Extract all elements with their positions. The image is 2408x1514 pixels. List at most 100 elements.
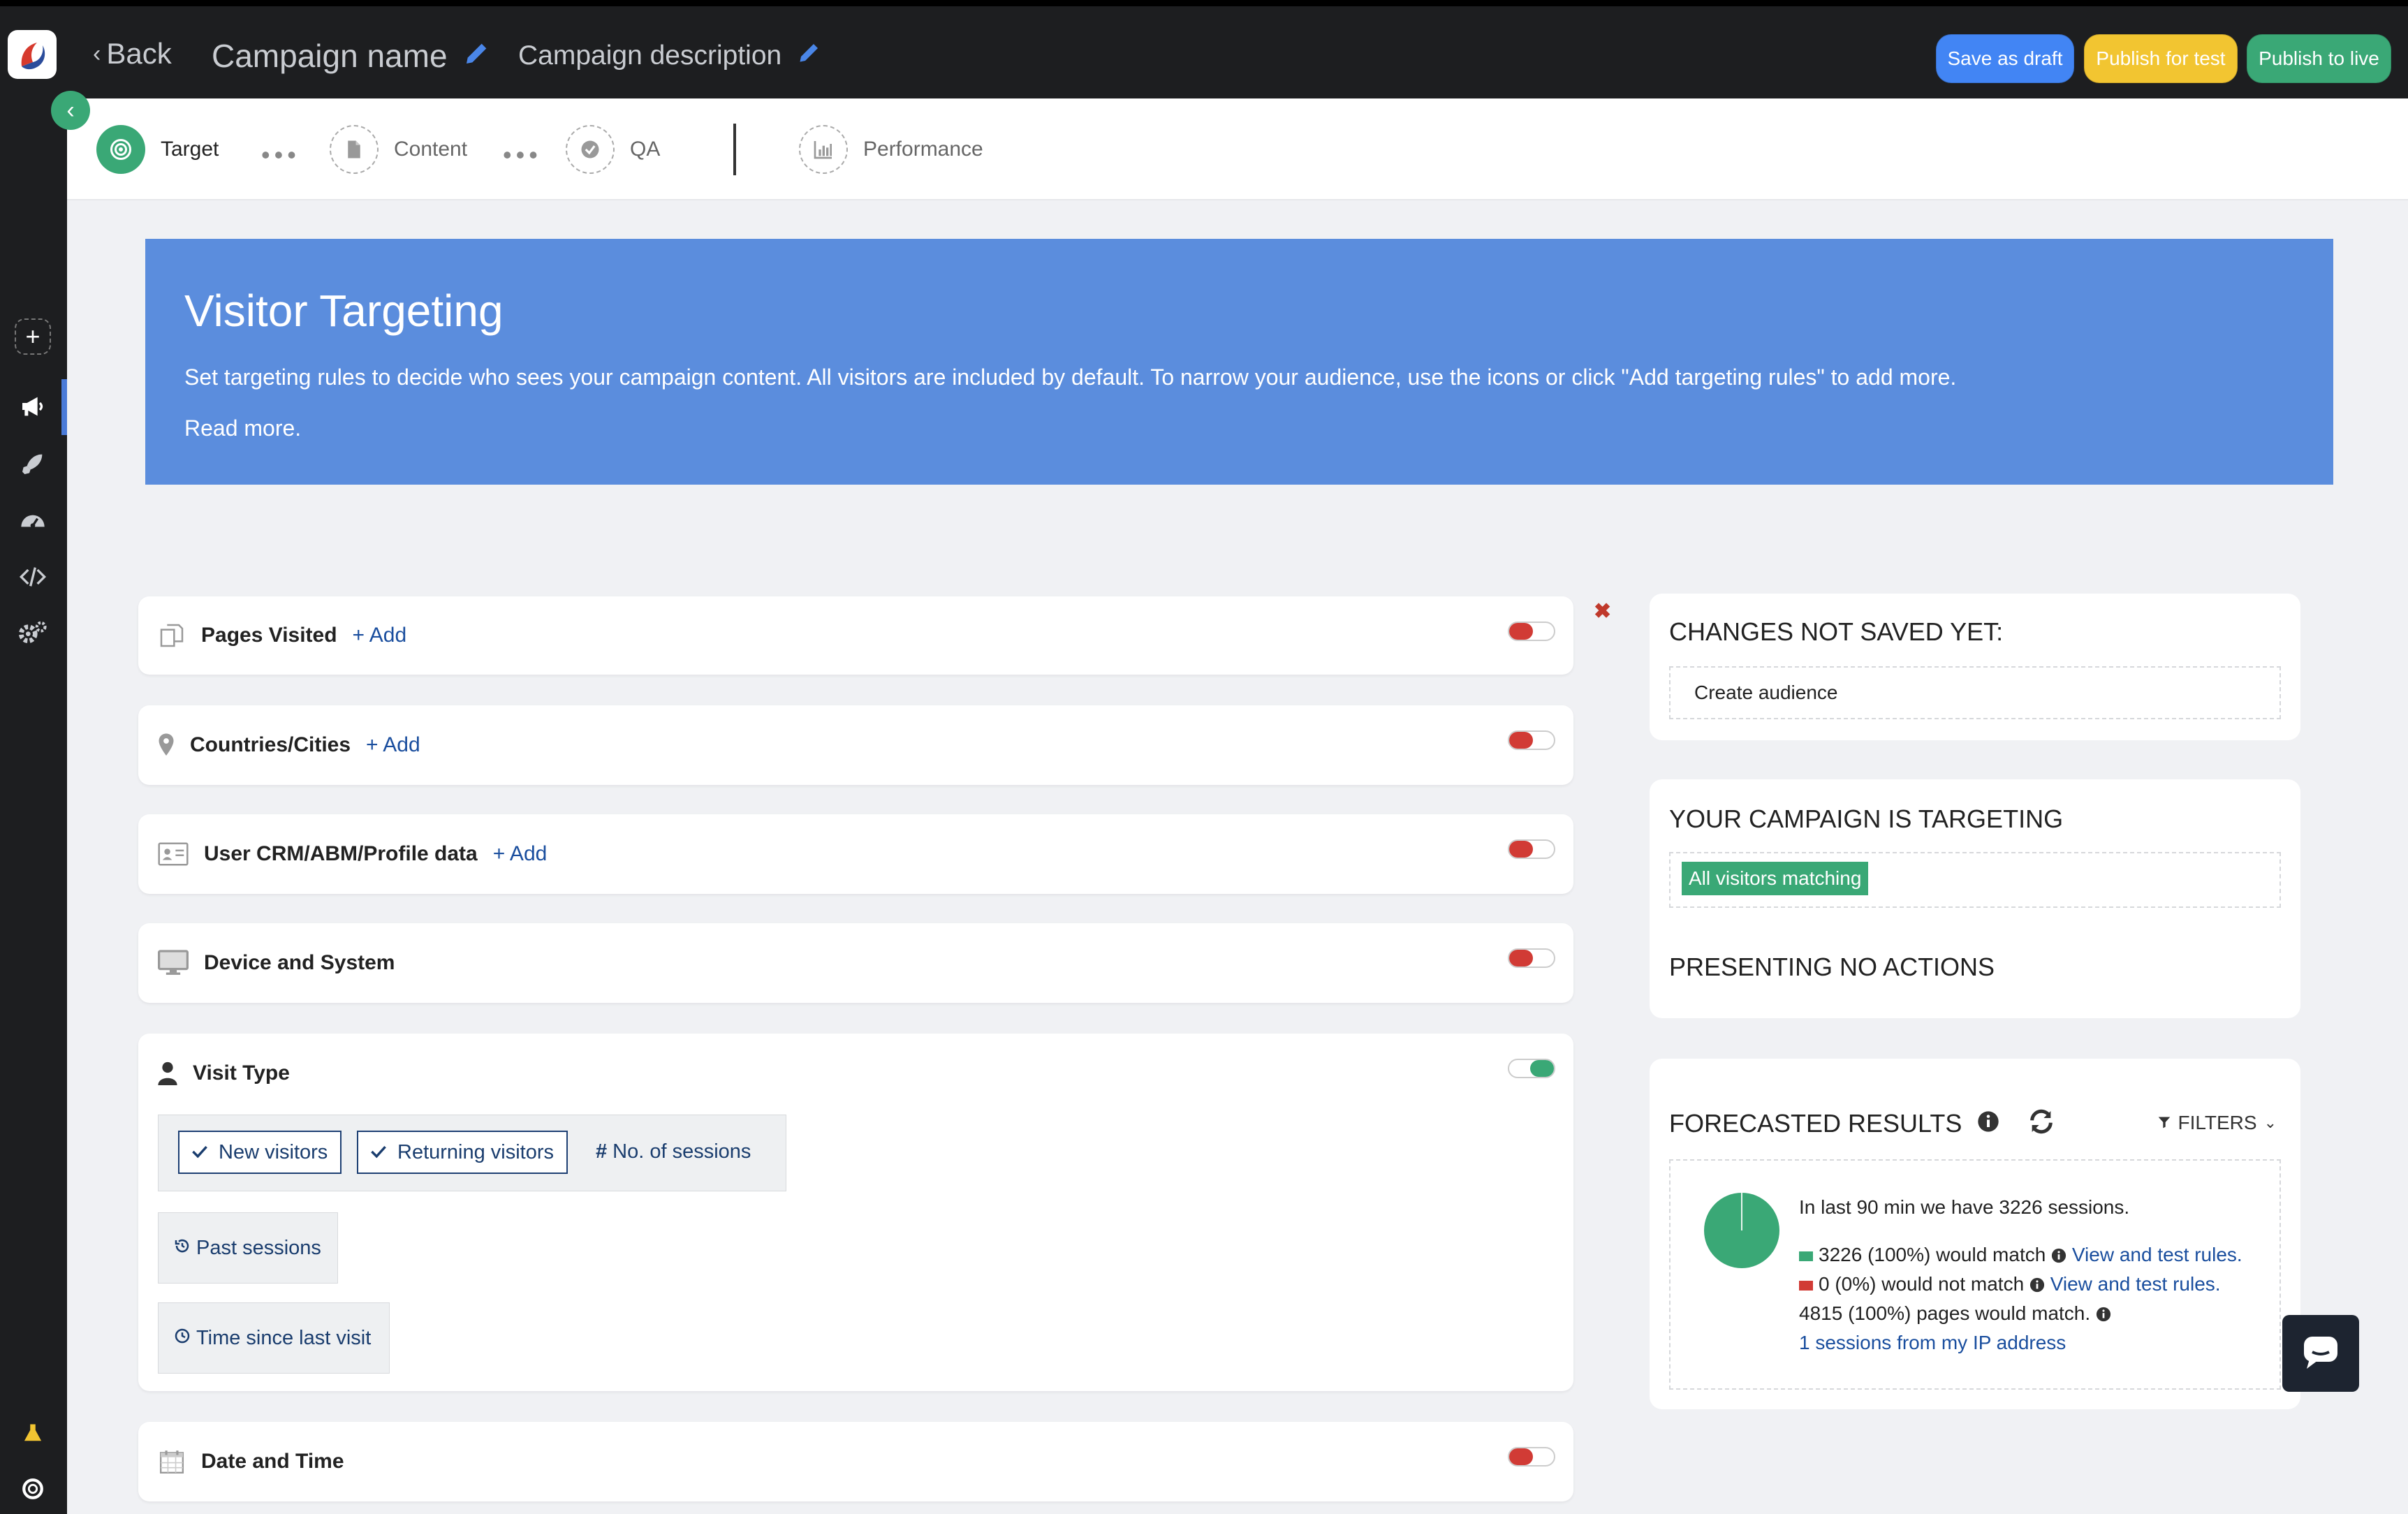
id-card-icon: [158, 840, 189, 868]
back-button[interactable]: ‹ Back: [93, 37, 172, 71]
plus-icon[interactable]: +: [14, 318, 52, 355]
read-more-link[interactable]: Read more.: [184, 416, 2294, 441]
visitor-targeting-banner: Visitor Targeting Set targeting rules to…: [145, 239, 2333, 485]
flask-icon[interactable]: [14, 1414, 52, 1452]
code-icon[interactable]: [14, 558, 52, 596]
check-icon: [566, 125, 615, 174]
step-content[interactable]: Content: [330, 125, 467, 174]
changes-title: CHANGES NOT SAVED YET:: [1669, 617, 2004, 646]
calendar-icon: [158, 1448, 186, 1476]
step-label: QA: [630, 138, 661, 161]
step-label: Performance: [863, 138, 983, 161]
stepper-divider: [733, 124, 736, 175]
targeting-summary: All visitors matching: [1669, 852, 2281, 908]
filters-dropdown[interactable]: FILTERS ⌄: [2157, 1112, 2277, 1134]
forecast-results: In last 90 min we have 3226 sessions. 32…: [1669, 1159, 2281, 1390]
forecast-pie-chart: [1704, 1193, 1779, 1268]
targeting-title: YOUR CAMPAIGN IS TARGETING: [1669, 804, 2064, 833]
campaign-name-text: Campaign name: [212, 38, 448, 74]
back-label: Back: [106, 37, 172, 70]
campaign-description[interactable]: Campaign description: [518, 40, 822, 72]
step-label: Target: [161, 138, 219, 161]
option-label: No. of sessions: [612, 1140, 751, 1163]
sidebar: +: [0, 98, 67, 1514]
rule-toggle[interactable]: [1508, 622, 1555, 641]
collapse-sidebar-button[interactable]: ‹: [51, 91, 90, 130]
rule-toggle[interactable]: [1508, 1059, 1555, 1078]
publish-test-button[interactable]: Publish for test: [2084, 34, 2238, 83]
pages-text: 4815 (100%) pages would match.: [1799, 1302, 2091, 1324]
publish-live-button[interactable]: Publish to live: [2247, 34, 2391, 83]
document-icon: [330, 125, 379, 174]
rocket-icon[interactable]: [14, 445, 52, 483]
rule-card-pages-visited: Pages Visited + Add: [138, 596, 1573, 675]
info-icon[interactable]: [2096, 1302, 2111, 1324]
step-performance[interactable]: Performance: [799, 125, 983, 174]
campaign-name[interactable]: Campaign name: [212, 37, 491, 75]
number-of-sessions-option[interactable]: # No. of sessions: [596, 1140, 751, 1163]
time-since-last-visit-button[interactable]: Time since last visit: [158, 1302, 390, 1374]
forecast-pages-line: 4815 (100%) pages would match.: [1799, 1299, 2242, 1328]
pages-icon: [158, 622, 186, 649]
help-icon[interactable]: [14, 1470, 52, 1508]
add-rule-link[interactable]: + Add: [366, 733, 420, 757]
view-rules-link[interactable]: View and test rules.: [2050, 1273, 2221, 1295]
step-target[interactable]: Target: [96, 125, 219, 174]
check-icon: [371, 1141, 386, 1164]
dashboard-icon[interactable]: [14, 502, 52, 540]
megaphone-icon[interactable]: [14, 388, 52, 425]
targeting-panel: YOUR CAMPAIGN IS TARGETING All visitors …: [1650, 779, 2300, 1018]
option-label: Past sessions: [196, 1236, 321, 1259]
rule-title: Countries/Cities: [190, 733, 351, 756]
match-text: 3226 (100%) would match: [1819, 1244, 2046, 1265]
user-icon: [158, 1059, 177, 1087]
returning-visitors-checkbox[interactable]: Returning visitors: [357, 1131, 568, 1174]
pencil-icon[interactable]: [463, 37, 491, 75]
close-icon[interactable]: ✖: [1594, 599, 1611, 624]
rule-title: Visit Type: [193, 1061, 290, 1085]
pencil-icon[interactable]: [797, 40, 822, 72]
nomatch-text: 0 (0%) would not match: [1819, 1273, 2025, 1295]
chat-widget-button[interactable]: [2282, 1315, 2359, 1392]
targeting-badge: All visitors matching: [1682, 862, 1869, 895]
add-rule-link[interactable]: + Add: [353, 624, 407, 647]
step-qa[interactable]: QA: [566, 125, 660, 174]
save-draft-button[interactable]: Save as draft: [1936, 34, 2074, 83]
view-rules-link[interactable]: View and test rules.: [2072, 1244, 2242, 1265]
bar-chart-icon: [799, 125, 848, 174]
rule-title: Pages Visited: [201, 624, 337, 647]
rule-title: Device and System: [204, 951, 395, 974]
ip-sessions-link[interactable]: 1 sessions from my IP address: [1799, 1328, 2242, 1358]
presenting-title: PRESENTING NO ACTIONS: [1669, 953, 1995, 981]
info-icon[interactable]: [2029, 1273, 2050, 1295]
banner-title: Visitor Targeting: [184, 286, 504, 336]
rule-title: User CRM/ABM/Profile data: [204, 842, 478, 865]
info-icon[interactable]: [2051, 1244, 2072, 1265]
app-logo[interactable]: [8, 30, 57, 79]
rule-toggle[interactable]: [1508, 730, 1555, 750]
rule-toggle[interactable]: [1508, 1447, 1555, 1467]
legend-nomatch-swatch: [1799, 1281, 1813, 1291]
forecast-panel: FORECASTED RESULTS FILTERS ⌄ In last 90 …: [1650, 1059, 2300, 1409]
settings-icon[interactable]: [14, 614, 52, 652]
changes-item: Create audience: [1669, 666, 2281, 719]
add-rule-link[interactable]: + Add: [493, 842, 548, 866]
rule-card-crm: User CRM/ABM/Profile data + Add: [138, 814, 1573, 894]
forecast-text: In last 90 min we have 3226 sessions. 32…: [1799, 1193, 2242, 1358]
refresh-icon[interactable]: [2027, 1108, 2055, 1139]
rule-card-countries: Countries/Cities + Add: [138, 705, 1573, 785]
legend-match-swatch: [1799, 1251, 1813, 1261]
info-icon[interactable]: [1977, 1110, 1999, 1136]
step-separator: •••: [503, 140, 542, 169]
changes-panel: CHANGES NOT SAVED YET: Create audience: [1650, 594, 2300, 740]
rule-toggle[interactable]: [1508, 948, 1555, 968]
sidebar-active-indicator: [61, 379, 67, 435]
rule-toggle[interactable]: [1508, 839, 1555, 859]
new-visitors-checkbox[interactable]: New visitors: [178, 1131, 342, 1174]
forecast-sessions-line: In last 90 min we have 3226 sessions.: [1799, 1196, 2130, 1218]
banner-body: Set targeting rules to decide who sees y…: [184, 365, 1957, 390]
step-navigation: Target ••• Content ••• QA Performance: [67, 98, 2408, 200]
past-sessions-button[interactable]: Past sessions: [158, 1212, 338, 1284]
target-icon: [96, 125, 145, 174]
chevron-left-icon: ‹: [66, 97, 75, 124]
